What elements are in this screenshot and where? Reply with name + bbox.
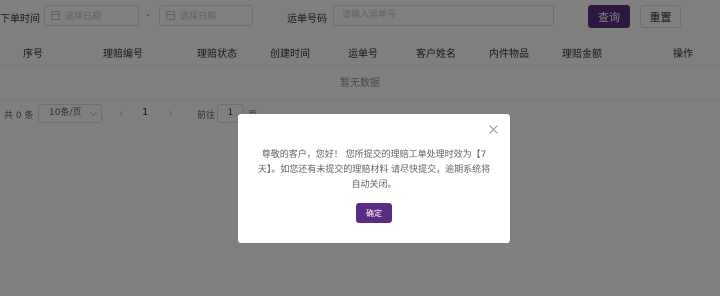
close-icon[interactable] bbox=[489, 125, 499, 135]
confirm-button[interactable]: 确定 bbox=[356, 203, 392, 223]
dialog-message: 尊敬的客户，您好！ 您所提交的理赔工单处理时效为【7天】。如您还有未提交的理赔材… bbox=[257, 150, 491, 190]
notice-dialog: 尊敬的客户，您好！ 您所提交的理赔工单处理时效为【7天】。如您还有未提交的理赔材… bbox=[238, 114, 510, 243]
